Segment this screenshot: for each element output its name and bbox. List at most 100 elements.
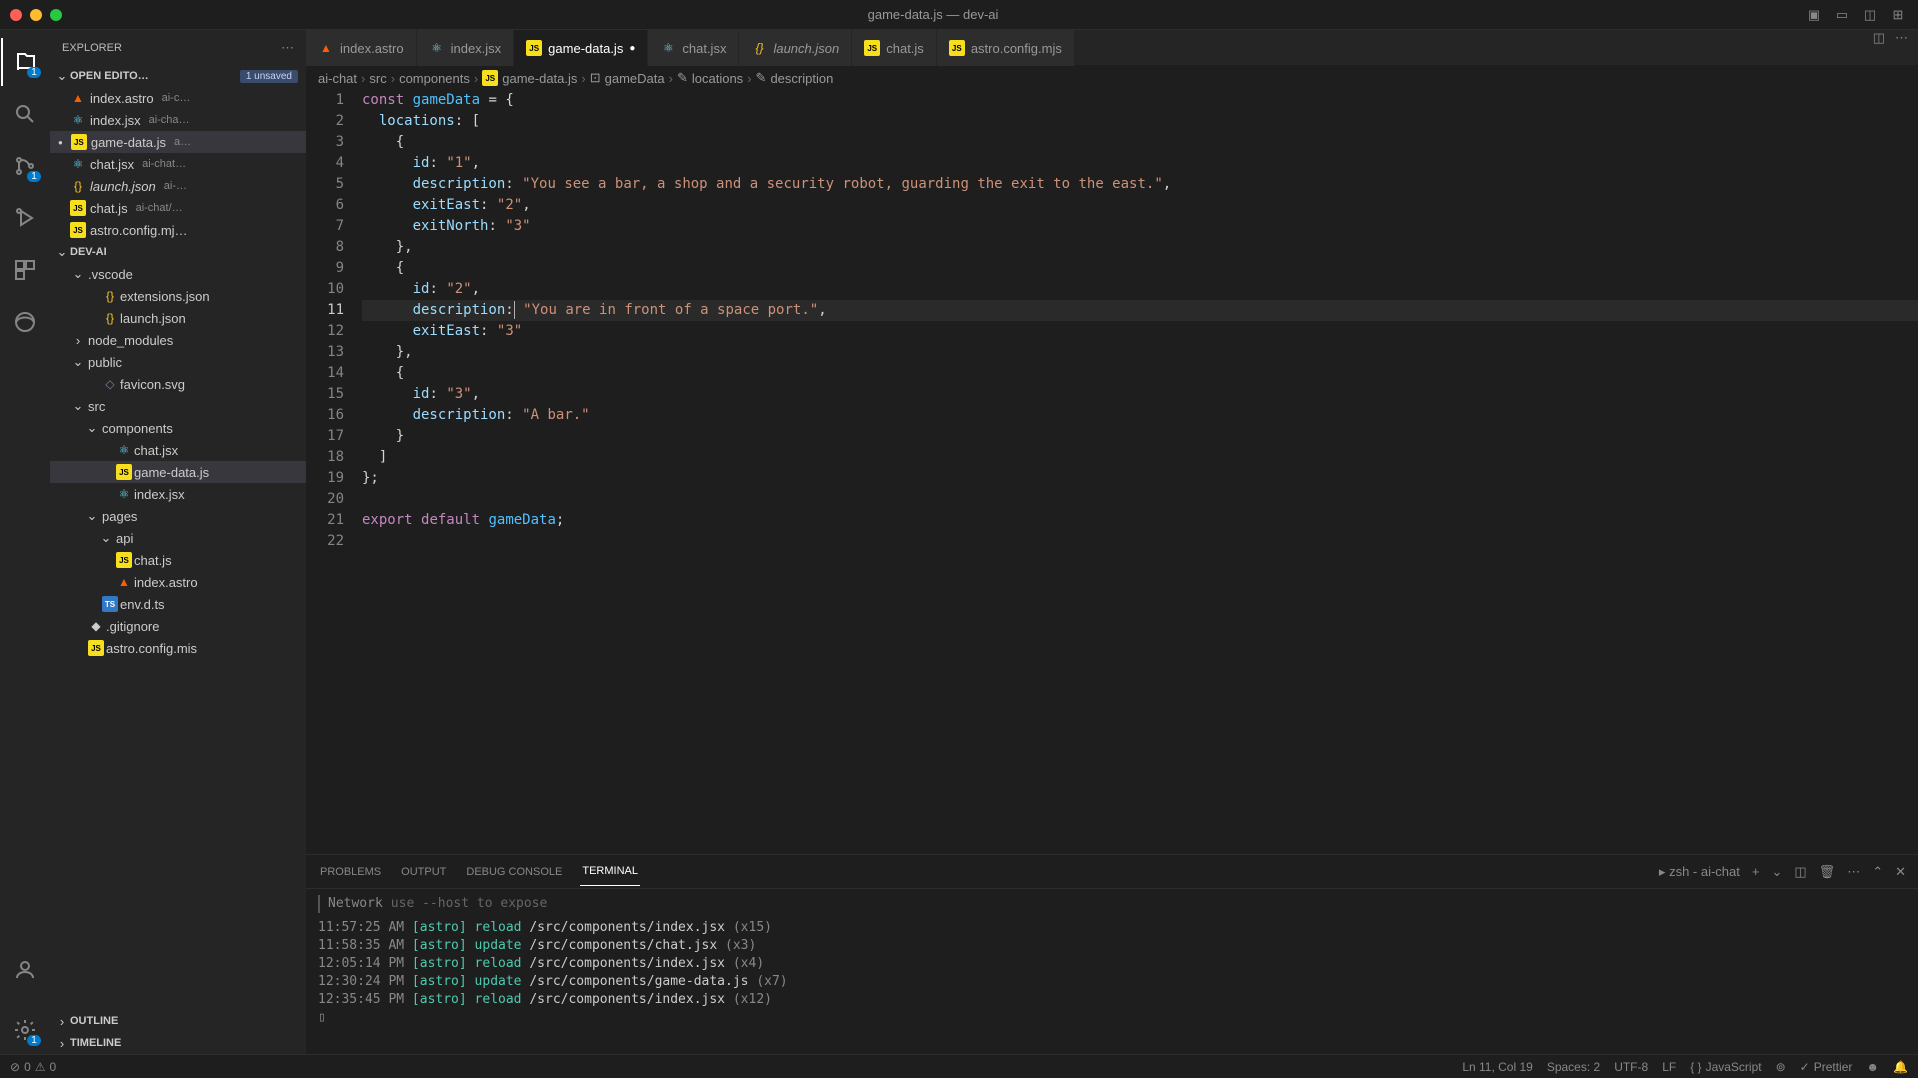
close-panel-icon[interactable]: ✕ [1895,864,1906,880]
tree-item[interactable]: ⚛chat.jsx [50,439,306,461]
status-position[interactable]: Ln 11, Col 19 [1462,1060,1533,1074]
scm-badge: 1 [27,171,41,182]
open-editor-item[interactable]: JSchat.jsai-chat/… [50,197,306,219]
status-encoding[interactable]: UTF-8 [1614,1060,1648,1074]
tree-item[interactable]: ⌄src [50,395,306,417]
explorer-badge: 1 [27,67,41,78]
close-window[interactable] [10,9,22,21]
status-copilot-icon[interactable]: ⊚ [1776,1060,1786,1074]
kill-terminal-icon[interactable]: 🗑 [1819,864,1836,880]
edge-icon[interactable] [1,298,49,346]
file-tree: ⌄.vscode {}extensions.json {}launch.json… [50,263,306,1010]
open-editor-item[interactable]: ⚛chat.jsxai-chat… [50,153,306,175]
terminal-more-icon[interactable]: ⋯ [1847,864,1860,880]
tree-item[interactable]: TSenv.d.ts [50,593,306,615]
tree-item[interactable]: JSchat.js [50,549,306,571]
tree-item[interactable]: JSgame-data.js [50,461,306,483]
status-bell-icon[interactable]: 🔔 [1893,1060,1908,1074]
tree-item[interactable]: {}extensions.json [50,285,306,307]
traffic-lights [10,9,62,21]
split-terminal-icon[interactable]: ◫ [1794,864,1806,880]
editor-tab[interactable]: ⚛index.jsx [417,30,515,66]
toggle-sidebar-icon[interactable]: ▭ [1832,5,1852,25]
status-prettier[interactable]: Prettier [1800,1060,1853,1074]
tab-output[interactable]: OUTPUT [399,858,448,886]
sidebar-more-icon[interactable]: ⋯ [281,40,294,56]
editor-area: ▲index.astro⚛index.jsxJSgame-data.js●⚛ch… [306,30,1918,1054]
tree-item[interactable]: ⌄public [50,351,306,373]
window-title: game-data.js — dev-ai [62,7,1804,22]
account-icon[interactable] [1,946,49,994]
code-content[interactable]: const gameData = { locations: [ { id: "1… [362,90,1918,854]
unsaved-badge: 1 unsaved [240,70,298,83]
sidebar: EXPLORER ⋯ ⌄ OPEN EDITO… 1 unsaved ▲inde… [50,30,306,1054]
outline-header[interactable]: › OUTLINE [50,1010,306,1032]
editor-tab[interactable]: JSastro.config.mjs [937,30,1075,66]
editor-tab[interactable]: {}launch.json [739,30,852,66]
title-bar: game-data.js — dev-ai ▣ ▭ ◫ ⊞ [0,0,1918,30]
timeline-header[interactable]: › TIMELINE [50,1032,306,1054]
open-editor-item[interactable]: {}launch.jsonai-… [50,175,306,197]
tree-item[interactable]: ◆.gitignore [50,615,306,637]
tree-item[interactable]: ›node_modules [50,329,306,351]
tree-item[interactable]: ⌄components [50,417,306,439]
search-icon[interactable] [1,90,49,138]
open-editor-item[interactable]: JSastro.config.mj… [50,219,306,241]
toggle-panel-icon[interactable]: ▣ [1804,5,1824,25]
maximize-panel-icon[interactable]: ⌃ [1872,864,1883,880]
status-feedback-icon[interactable]: ☻ [1866,1060,1879,1074]
title-actions: ▣ ▭ ◫ ⊞ [1804,5,1908,25]
editor-tab[interactable]: JSgame-data.js● [514,30,648,66]
network-hint: use --host to expose [391,895,548,913]
tree-item[interactable]: JSastro.config.mis [50,637,306,659]
tab-problems[interactable]: PROBLEMS [318,858,383,886]
open-editors-list: ▲index.astroai-c…⚛index.jsxai-cha…JSgame… [50,87,306,241]
tree-item[interactable]: {}launch.json [50,307,306,329]
customize-layout-icon[interactable]: ⊞ [1888,5,1908,25]
panel-tabs: PROBLEMS OUTPUT DEBUG CONSOLE TERMINAL ▸… [306,855,1918,889]
tab-terminal[interactable]: TERMINAL [580,857,640,886]
status-spaces[interactable]: Spaces: 2 [1547,1060,1600,1074]
explorer-icon[interactable]: 1 [1,38,49,86]
tree-item[interactable]: ◇favicon.svg [50,373,306,395]
source-control-icon[interactable]: 1 [1,142,49,190]
tab-actions: ◫ ⋯ [1863,30,1918,65]
new-terminal-icon[interactable]: + [1752,864,1760,879]
open-editor-item[interactable]: ▲index.astroai-c… [50,87,306,109]
tree-item[interactable]: ⌄.vscode [50,263,306,285]
editor-tab[interactable]: ⚛chat.jsx [648,30,739,66]
status-errors[interactable]: ⊘ 0 ⚠ 0 [10,1060,56,1074]
minimize-window[interactable] [30,9,42,21]
tab-debug-console[interactable]: DEBUG CONSOLE [464,858,564,886]
editor-tab[interactable]: ▲index.astro [306,30,417,66]
open-editor-item[interactable]: ⚛index.jsxai-cha… [50,109,306,131]
breadcrumb[interactable]: ai-chat› src› components› JS game-data.j… [306,66,1918,90]
tree-item[interactable]: ⚛index.jsx [50,483,306,505]
settings-badge: 1 [27,1035,41,1046]
maximize-window[interactable] [50,9,62,21]
layout-icon[interactable]: ◫ [1860,5,1880,25]
editor-tab[interactable]: JSchat.js [852,30,937,66]
status-bar: ⊘ 0 ⚠ 0 Ln 11, Col 19 Spaces: 2 UTF-8 LF… [0,1054,1918,1078]
status-language[interactable]: { } JavaScript [1690,1060,1761,1074]
extensions-icon[interactable] [1,246,49,294]
chevron-down-icon: ⌄ [54,68,70,84]
settings-icon[interactable]: 1 [1,1006,49,1054]
terminal-dropdown-icon[interactable]: ⌄ [1771,864,1782,880]
more-actions-icon[interactable]: ⋯ [1895,30,1908,65]
sidebar-title: EXPLORER [62,42,122,54]
tree-item[interactable]: ▲index.astro [50,571,306,593]
tree-item[interactable]: ⌄pages [50,505,306,527]
bottom-panel: PROBLEMS OUTPUT DEBUG CONSOLE TERMINAL ▸… [306,854,1918,1054]
terminal-selector[interactable]: ▸ zsh - ai-chat [1659,864,1740,880]
open-editor-item[interactable]: JSgame-data.jsa… [50,131,306,153]
chevron-down-icon: ⌄ [54,244,70,260]
open-editors-header[interactable]: ⌄ OPEN EDITO… 1 unsaved [50,65,306,87]
split-editor-icon[interactable]: ◫ [1873,30,1885,65]
tree-item[interactable]: ⌄api [50,527,306,549]
code-editor[interactable]: 12345678910111213141516171819202122 cons… [306,90,1918,854]
debug-icon[interactable] [1,194,49,242]
status-eol[interactable]: LF [1662,1060,1676,1074]
terminal-content[interactable]: Network use --host to expose 11:57:25 AM… [306,889,1918,1054]
folder-header[interactable]: ⌄ DEV-AI [50,241,306,263]
